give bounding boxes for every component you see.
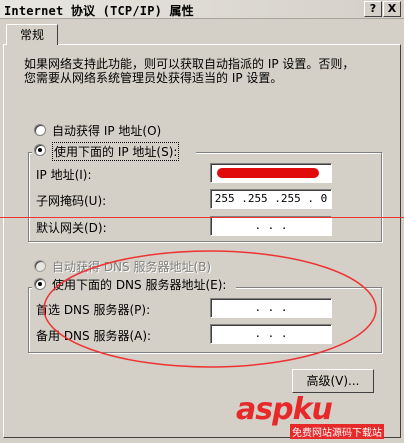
watermark-logo: aspku bbox=[236, 392, 333, 427]
tab-general[interactable]: 常规 bbox=[6, 24, 58, 45]
annotation-red-ellipse bbox=[43, 250, 377, 368]
watermark-caption: 免费网站源码下载站 bbox=[290, 424, 384, 439]
